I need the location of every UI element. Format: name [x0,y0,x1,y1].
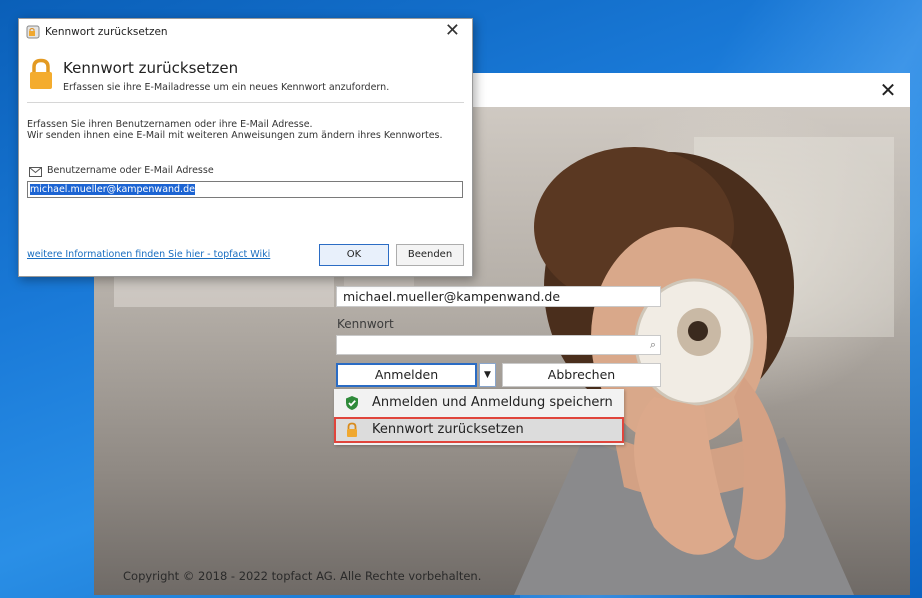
instruction-text: Erfassen Sie ihren Benutzernamen oder ih… [27,119,313,130]
lock-icon [347,422,357,437]
login-button[interactable]: Anmelden [336,363,477,387]
cancel-button[interactable]: Abbrechen [502,363,661,387]
login-dropdown-button[interactable]: ▼ [479,363,496,387]
username-field[interactable]: michael.mueller@kampenwand.de [336,286,661,307]
dialog-title: Kennwort zurücksetzen [45,26,168,38]
dialog-close-button[interactable]: ✕ [445,20,460,41]
login-close-button[interactable]: ✕ [876,78,900,102]
lock-icon [30,58,52,89]
search-icon[interactable]: ⌕ [650,338,656,352]
menu-item-login-and-save[interactable]: Anmelden und Anmeldung speichern [334,390,624,416]
menu-item-label: Kennwort zurücksetzen [372,422,524,437]
shield-check-icon [346,396,358,410]
login-options-menu: Anmelden und Anmeldung speichern Kennwor… [334,389,624,445]
wiki-link[interactable]: weitere Informationen finden Sie hier - … [27,249,270,260]
email-field-value: michael.mueller@kampenwand.de [30,184,195,195]
password-field[interactable]: ⌕ [336,335,661,355]
instruction-text: Wir senden ihnen eine E-Mail mit weitere… [27,130,443,141]
exit-button[interactable]: Beenden [396,244,464,266]
menu-item-label: Anmelden und Anmeldung speichern [372,395,613,410]
email-field-label: Benutzername oder E-Mail Adresse [47,165,214,176]
email-field[interactable]: michael.mueller@kampenwand.de [27,181,463,198]
reset-password-dialog: Kennwort zurücksetzen ✕ Kennwort zurücks… [18,18,473,277]
menu-item-reset-password[interactable]: Kennwort zurücksetzen [334,417,624,443]
copyright-text: Copyright © 2018 - 2022 topfact AG. Alle… [123,569,482,583]
ok-button[interactable]: OK [319,244,389,266]
password-label: Kennwort [337,317,394,331]
dialog-heading: Kennwort zurücksetzen [63,59,239,77]
mail-icon [29,167,42,177]
dialog-subheading: Erfassen sie ihre E-Mailadresse um ein n… [63,82,390,93]
divider [27,102,464,103]
app-icon [26,25,40,39]
